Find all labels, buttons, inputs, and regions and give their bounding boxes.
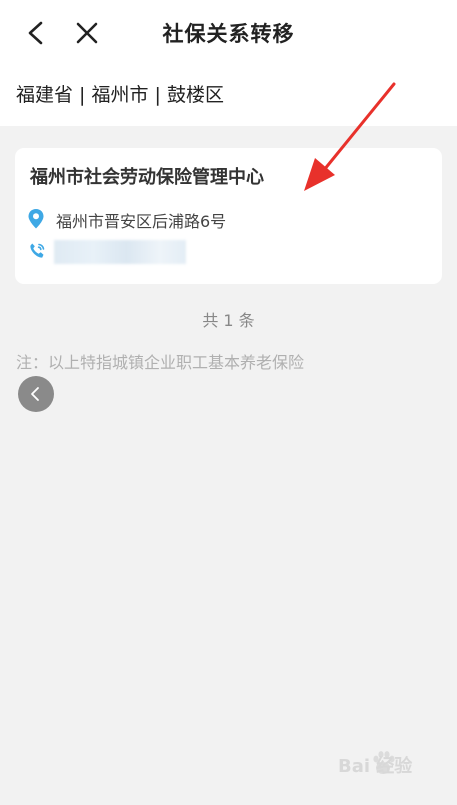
office-name: 福州市社会劳动保险管理中心 bbox=[30, 167, 264, 188]
phone-icon[interactable] bbox=[27, 241, 47, 261]
page-title: 社保关系转移 bbox=[162, 22, 295, 46]
phone-number-redacted[interactable] bbox=[54, 240, 186, 264]
region-selector[interactable]: 福建省 | 福州市 | 鼓楼区 bbox=[0, 65, 457, 126]
header-bar: 社保关系转移 bbox=[0, 0, 457, 65]
floating-back-button[interactable] bbox=[18, 376, 54, 412]
result-count: 共 1 条 bbox=[202, 311, 255, 330]
location-pin-icon bbox=[28, 209, 44, 229]
footnote: 注：以上特指城镇企业职工基本养老保险 bbox=[16, 353, 305, 372]
region-label: 福建省 | 福州市 | 鼓楼区 bbox=[16, 84, 224, 106]
office-address: 福州市晋安区后浦路6号 bbox=[56, 212, 227, 231]
watermark-text: Bai 经验 bbox=[338, 756, 413, 777]
chevron-left-icon bbox=[31, 387, 39, 401]
office-card[interactable]: 福州市社会劳动保险管理中心 福州市晋安区后浦路6号 bbox=[15, 148, 442, 284]
